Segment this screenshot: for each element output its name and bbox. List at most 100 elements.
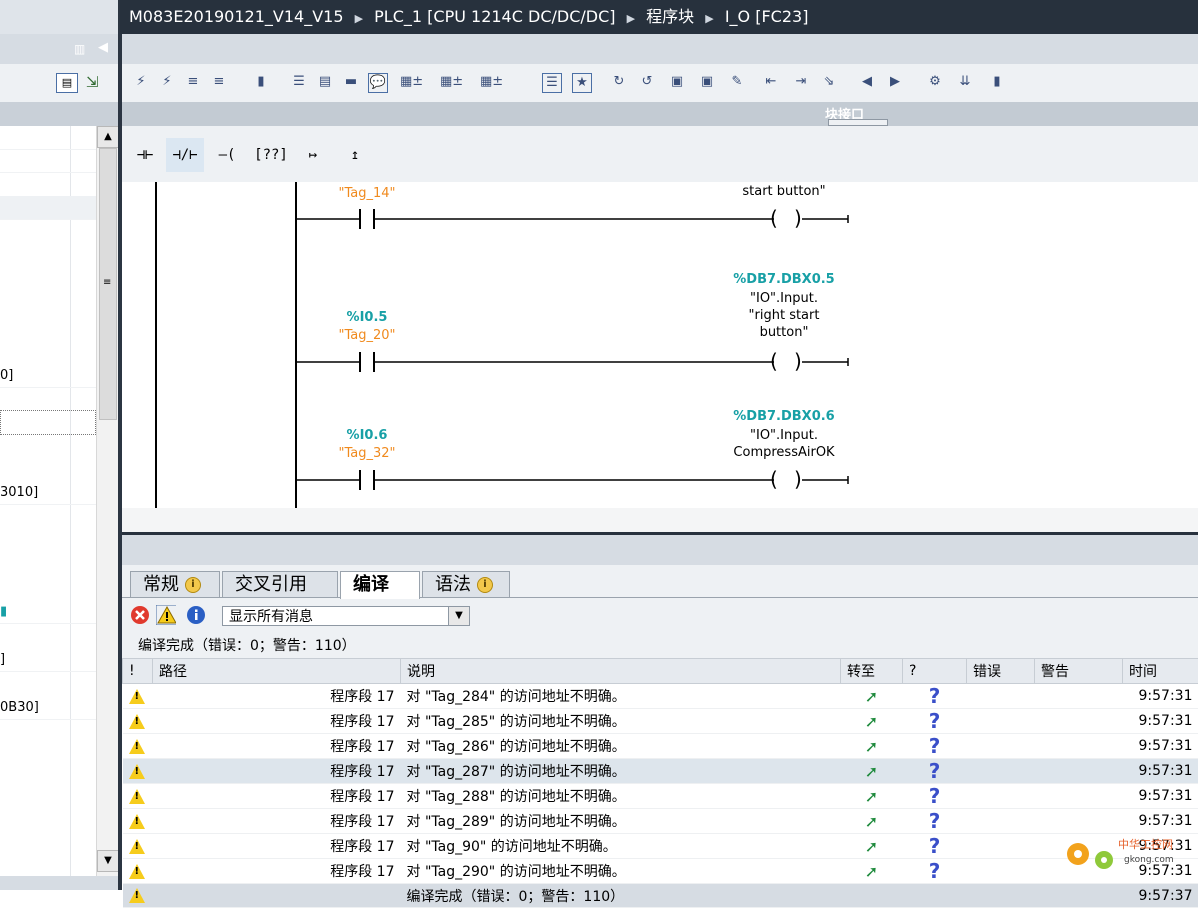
- tree-row[interactable]: 0B30]: [0, 696, 96, 720]
- help-icon[interactable]: ?: [903, 684, 967, 709]
- col-header[interactable]: 转至: [841, 659, 903, 684]
- table-row-selected[interactable]: !程序段 17对 "Tag_287" 的访问地址不明确。➚?9:57:31: [123, 759, 1198, 784]
- open-branch-icon[interactable]: ↦: [294, 138, 332, 172]
- breadcrumb-block[interactable]: I_O [FC23]: [725, 7, 809, 26]
- tree-row[interactable]: ▮: [0, 600, 96, 624]
- col-header[interactable]: !: [123, 659, 153, 684]
- step-icon[interactable]: ⇥: [792, 73, 810, 91]
- coil-address[interactable]: %DB7.DBX0.5: [720, 272, 848, 287]
- coil-tag-line[interactable]: "right start: [720, 308, 848, 323]
- close-networks-icon[interactable]: ▬: [342, 73, 360, 91]
- table-row[interactable]: !程序段 17对 "Tag_290" 的访问地址不明确。➚?9:57:31: [123, 859, 1198, 884]
- table-row[interactable]: !程序段 17对 "Tag_286" 的访问地址不明确。➚?9:57:31: [123, 734, 1198, 759]
- warning-filter-icon[interactable]: [156, 605, 176, 625]
- help-icon[interactable]: ?: [903, 709, 967, 734]
- panel-layout-icon[interactable]: ▥: [74, 42, 85, 56]
- tab-syntax[interactable]: 语法i: [422, 571, 510, 597]
- insert-network-icon[interactable]: ⚡: [132, 73, 150, 91]
- show-favorites-icon[interactable]: ☰: [542, 73, 562, 93]
- tree-row[interactable]: [0, 126, 96, 150]
- message-filter-select[interactable]: 显示所有消息: [222, 606, 470, 626]
- insert-row-icon[interactable]: ≡: [184, 73, 202, 91]
- help-icon[interactable]: ?: [903, 834, 967, 859]
- empty-box-icon[interactable]: [??]: [252, 138, 290, 172]
- breadcrumb-folder[interactable]: 程序块: [646, 7, 694, 26]
- tree-row-selected[interactable]: [0, 410, 96, 435]
- table-row[interactable]: !程序段 17对 "Tag_288" 的访问地址不明确。➚?9:57:31: [123, 784, 1198, 809]
- no-contact-icon[interactable]: ⊣⊢: [126, 138, 164, 172]
- contact-address[interactable]: %I0.5: [327, 310, 407, 325]
- import-icon[interactable]: ⇲: [86, 73, 99, 91]
- tree-row[interactable]: ]: [0, 648, 96, 672]
- goto-arrow-icon[interactable]: ➚: [841, 759, 903, 784]
- modify-icon[interactable]: ✎: [728, 73, 746, 91]
- coil-tag[interactable]: start button": [724, 184, 844, 199]
- chevron-down-icon[interactable]: ▼: [448, 607, 469, 625]
- call-icon[interactable]: ⇤: [762, 73, 780, 91]
- table-row[interactable]: !程序段 17对 "Tag_284" 的访问地址不明确。➚?9:57:31: [123, 684, 1198, 709]
- tree-scrollbar[interactable]: ▲ ≡ ▼: [96, 126, 119, 876]
- table-row[interactable]: !程序段 17对 "Tag_289" 的访问地址不明确。➚?9:57:31: [123, 809, 1198, 834]
- coil-tag-line[interactable]: "IO".Input.: [720, 428, 848, 443]
- tree-row[interactable]: 3010]: [0, 481, 96, 505]
- tab-general[interactable]: 常规i: [130, 571, 220, 597]
- help-icon[interactable]: ?: [903, 734, 967, 759]
- prev-error-icon[interactable]: ◀: [858, 73, 876, 91]
- ladder-editor[interactable]: ( ) ( ) ( ) "Tag_14" start button": [122, 182, 1198, 508]
- tree-row[interactable]: 0]: [0, 364, 96, 388]
- delete-network-icon[interactable]: ⚡: [158, 73, 176, 91]
- coil-icon[interactable]: –( )–: [208, 138, 246, 172]
- goto-arrow-icon[interactable]: ➚: [841, 859, 903, 884]
- col-header[interactable]: 路径: [153, 659, 401, 684]
- table-row-summary[interactable]: !编译完成（错误：0；警告：110）9:57:37: [123, 884, 1198, 908]
- contact-tag[interactable]: "Tag_20": [327, 328, 407, 343]
- coil-address[interactable]: %DB7.DBX0.6: [720, 409, 848, 424]
- download-icon[interactable]: ⇊: [956, 73, 974, 91]
- help-icon[interactable]: ?: [903, 809, 967, 834]
- block-interface-bar[interactable]: 块接口: [122, 102, 1198, 126]
- scroll-thumb[interactable]: ≡: [99, 148, 117, 420]
- help-icon[interactable]: ?: [903, 759, 967, 784]
- scroll-up-icon[interactable]: ▲: [97, 126, 119, 148]
- collapse-arrow-icon[interactable]: ◀: [98, 40, 108, 55]
- step-over-icon[interactable]: ⇘: [820, 73, 838, 91]
- favorites-icon[interactable]: ▦±: [400, 73, 418, 91]
- contact-tag[interactable]: "Tag_14": [327, 186, 407, 201]
- network-list-icon[interactable]: ☰: [290, 73, 308, 91]
- col-header[interactable]: 错误: [967, 659, 1035, 684]
- breadcrumb-device[interactable]: PLC_1 [CPU 1214C DC/DC/DC]: [374, 7, 615, 26]
- splitter-handle[interactable]: [828, 119, 888, 126]
- operand-display-icon[interactable]: ▦±: [440, 73, 458, 91]
- comments-icon[interactable]: 💬: [368, 73, 388, 93]
- goto-arrow-icon[interactable]: ➚: [841, 809, 903, 834]
- col-header[interactable]: 警告: [1035, 659, 1123, 684]
- jump-icon[interactable]: ↻: [610, 73, 628, 91]
- monitor-icon[interactable]: ▣: [668, 73, 686, 91]
- col-header[interactable]: 时间: [1123, 659, 1198, 684]
- coil-tag-line[interactable]: "IO".Input.: [720, 291, 848, 306]
- open-networks-icon[interactable]: ▤: [316, 73, 334, 91]
- contact-tag[interactable]: "Tag_32": [327, 446, 407, 461]
- coil-tag-line[interactable]: CompressAirOK: [720, 445, 848, 460]
- tag-info-icon[interactable]: ▦±: [480, 73, 498, 91]
- breadcrumb-project[interactable]: M083E20190121_V14_V15: [129, 7, 344, 26]
- nc-contact-icon[interactable]: ⊣/⊢: [166, 138, 204, 172]
- help-icon[interactable]: ?: [903, 784, 967, 809]
- memory-icon[interactable]: ▮: [988, 73, 1006, 91]
- online-icon[interactable]: ⚙: [926, 73, 944, 91]
- scroll-down-icon[interactable]: ▼: [97, 850, 119, 872]
- contact-address[interactable]: %I0.6: [327, 428, 407, 443]
- tree-row[interactable]: [0, 149, 96, 173]
- info-filter-icon[interactable]: [186, 605, 206, 625]
- close-branch-icon[interactable]: ↥: [336, 138, 374, 172]
- table-row[interactable]: !程序段 17对 "Tag_285" 的访问地址不明确。➚?9:57:31: [123, 709, 1198, 734]
- jump-back-icon[interactable]: ↺: [638, 73, 656, 91]
- goto-arrow-icon[interactable]: ➚: [841, 709, 903, 734]
- add-row-icon[interactable]: ≡: [210, 73, 228, 91]
- goto-arrow-icon[interactable]: ➚: [841, 784, 903, 809]
- star-icon[interactable]: ★: [572, 73, 592, 93]
- tab-compile[interactable]: 编译: [340, 571, 420, 599]
- col-header[interactable]: ?: [903, 659, 967, 684]
- col-header[interactable]: 说明: [401, 659, 841, 684]
- tree-row[interactable]: [0, 196, 96, 220]
